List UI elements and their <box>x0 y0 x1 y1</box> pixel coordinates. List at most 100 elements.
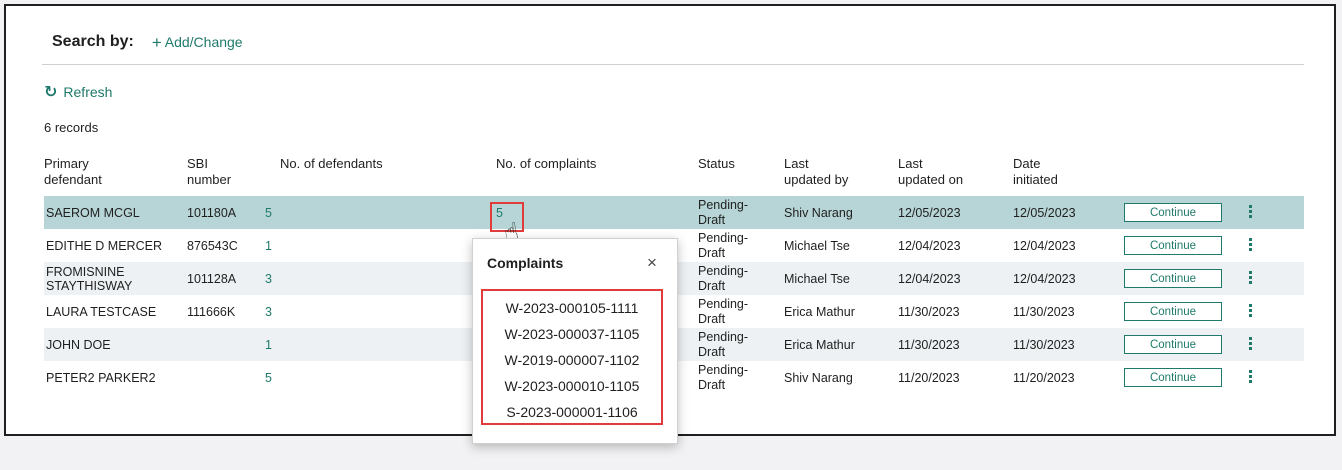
status-line1: Pending- <box>698 362 749 377</box>
status-line2: Draft <box>698 212 726 227</box>
table-header: Primary defendant SBI number No. of defe… <box>6 156 1334 196</box>
add-change-link[interactable]: + Add/Change <box>152 34 243 51</box>
cell-initiated: 12/04/2023 <box>1013 238 1076 253</box>
header-last-updated-by[interactable]: Last updated by <box>784 156 848 188</box>
complaint-item[interactable]: S-2023-000001-1106 <box>483 399 661 425</box>
cell-sbi: 101180A <box>187 205 237 220</box>
continue-button[interactable]: Continue <box>1124 335 1222 354</box>
defendants-count-link[interactable]: 3 <box>265 262 272 295</box>
status-line1: Pending- <box>698 230 749 245</box>
header-primary-defendant[interactable]: Primary defendant <box>44 156 102 188</box>
close-icon[interactable]: × <box>647 253 657 273</box>
cell-updated-on: 11/30/2023 <box>898 304 960 319</box>
add-change-label: Add/Change <box>164 34 243 50</box>
search-bar: Search by: + Add/Change <box>52 28 243 56</box>
search-label: Search by: <box>52 33 134 50</box>
cell-sbi: 876543C <box>187 238 238 253</box>
defendants-count-link[interactable]: 1 <box>265 328 272 361</box>
table-row[interactable]: SAEROM MCGL 101180A 5 5 Pending- Draft Sh… <box>44 196 1304 229</box>
header-num-complaints[interactable]: No. of complaints <box>496 156 596 172</box>
header-primary-defendant-line2: defendant <box>44 172 102 187</box>
kebab-menu-icon[interactable] <box>1247 238 1253 254</box>
continue-button[interactable]: Continue <box>1124 269 1222 288</box>
status-line1: Pending- <box>698 263 749 278</box>
header-primary-defendant-line1: Primary <box>44 156 89 171</box>
complaints-list: W-2023-000105-1111 W-2023-000037-1105 W-… <box>481 289 663 425</box>
complaints-popup: Complaints × W-2023-000105-1111 W-2023-0… <box>472 238 678 444</box>
cell-initiated: 12/04/2023 <box>1013 271 1076 286</box>
popup-title: Complaints <box>487 255 564 271</box>
header-last-updated-on[interactable]: Last updated on <box>898 156 963 188</box>
cell-status: Pending- Draft <box>698 328 748 361</box>
cell-initiated: 11/30/2023 <box>1013 304 1075 319</box>
header-status[interactable]: Status <box>698 156 735 172</box>
continue-button[interactable]: Continue <box>1124 203 1222 222</box>
complaint-item[interactable]: W-2023-000037-1105 <box>483 321 661 347</box>
cell-sbi: 101128A <box>187 271 237 286</box>
cell-updated-by: Shiv Narang <box>784 205 853 220</box>
complaint-item[interactable]: W-2023-000105-1111 <box>483 295 661 321</box>
cell-status: Pending- Draft <box>698 229 748 262</box>
complaint-item[interactable]: W-2023-000010-1105 <box>483 373 661 399</box>
status-line1: Pending- <box>698 197 749 212</box>
header-updated-on-line1: Last <box>898 156 923 171</box>
kebab-menu-icon[interactable] <box>1247 337 1253 353</box>
header-date-initiated[interactable]: Date initiated <box>1013 156 1058 188</box>
cell-defendant: SAEROM MCGL <box>46 205 140 220</box>
cell-updated-on: 11/20/2023 <box>898 370 960 385</box>
plus-icon: + <box>151 32 162 52</box>
cell-defendant: EDITHE D MERCER <box>46 238 162 253</box>
divider <box>42 64 1304 65</box>
complaint-item[interactable]: W-2019-000007-1102 <box>483 347 661 373</box>
cell-defendant: LAURA TESTCASE <box>46 304 157 319</box>
header-sbi-number[interactable]: SBI number <box>187 156 231 188</box>
header-updated-on-line2: updated on <box>898 172 964 187</box>
cell-initiated: 12/05/2023 <box>1013 205 1076 220</box>
continue-button[interactable]: Continue <box>1124 236 1222 255</box>
refresh-icon: ↻ <box>44 84 58 101</box>
refresh-label: Refresh <box>63 84 113 100</box>
defendants-count-link[interactable]: 3 <box>265 295 272 328</box>
header-sbi-line1: SBI <box>187 156 208 171</box>
defendants-count-link[interactable]: 5 <box>265 361 272 394</box>
kebab-menu-icon[interactable] <box>1247 205 1253 221</box>
kebab-menu-icon[interactable] <box>1247 304 1253 320</box>
cell-updated-by: Michael Tse <box>784 238 850 253</box>
status-line2: Draft <box>698 377 726 392</box>
cell-defendant: JOHN DOE <box>46 337 111 352</box>
cell-updated-on: 12/04/2023 <box>898 271 961 286</box>
continue-button[interactable]: Continue <box>1124 368 1222 387</box>
header-updated-by-line2: updated by <box>784 172 849 187</box>
continue-button[interactable]: Continue <box>1124 302 1222 321</box>
status-line2: Draft <box>698 245 726 260</box>
header-num-defendants[interactable]: No. of defendants <box>280 156 383 172</box>
cell-updated-on: 11/30/2023 <box>898 337 960 352</box>
kebab-menu-icon[interactable] <box>1247 370 1253 386</box>
cell-status: Pending- Draft <box>698 295 748 328</box>
cell-updated-by: Erica Mathur <box>784 337 855 352</box>
refresh-button[interactable]: ↻ Refresh <box>44 82 112 102</box>
cell-updated-on: 12/04/2023 <box>898 238 961 253</box>
defendants-count-link[interactable]: 5 <box>265 196 272 229</box>
kebab-menu-icon[interactable] <box>1247 271 1253 287</box>
status-line2: Draft <box>698 311 726 326</box>
header-initiated-line2: initiated <box>1013 172 1058 187</box>
cell-defendant: PETER2 PARKER2 <box>46 370 156 385</box>
cell-updated-by: Shiv Narang <box>784 370 853 385</box>
cell-updated-on: 12/05/2023 <box>898 205 961 220</box>
cell-updated-by: Michael Tse <box>784 271 850 286</box>
header-updated-by-line1: Last <box>784 156 809 171</box>
defendants-count-link[interactable]: 1 <box>265 229 272 262</box>
record-count: 6 records <box>44 120 99 135</box>
header-initiated-line1: Date <box>1013 156 1041 171</box>
cell-sbi: 111666K <box>187 304 236 319</box>
cell-initiated: 11/20/2023 <box>1013 370 1075 385</box>
cell-updated-by: Erica Mathur <box>784 304 855 319</box>
defendant-line1: FROMISNINE <box>46 264 125 279</box>
cell-initiated: 11/30/2023 <box>1013 337 1075 352</box>
defendant-line2: STAYTHISWAY <box>46 278 133 293</box>
cell-status: Pending- Draft <box>698 196 748 229</box>
status-line2: Draft <box>698 278 726 293</box>
records-panel: Search by: + Add/Change ↻ Refresh 6 reco… <box>4 4 1336 444</box>
cell-status: Pending- Draft <box>698 361 748 394</box>
